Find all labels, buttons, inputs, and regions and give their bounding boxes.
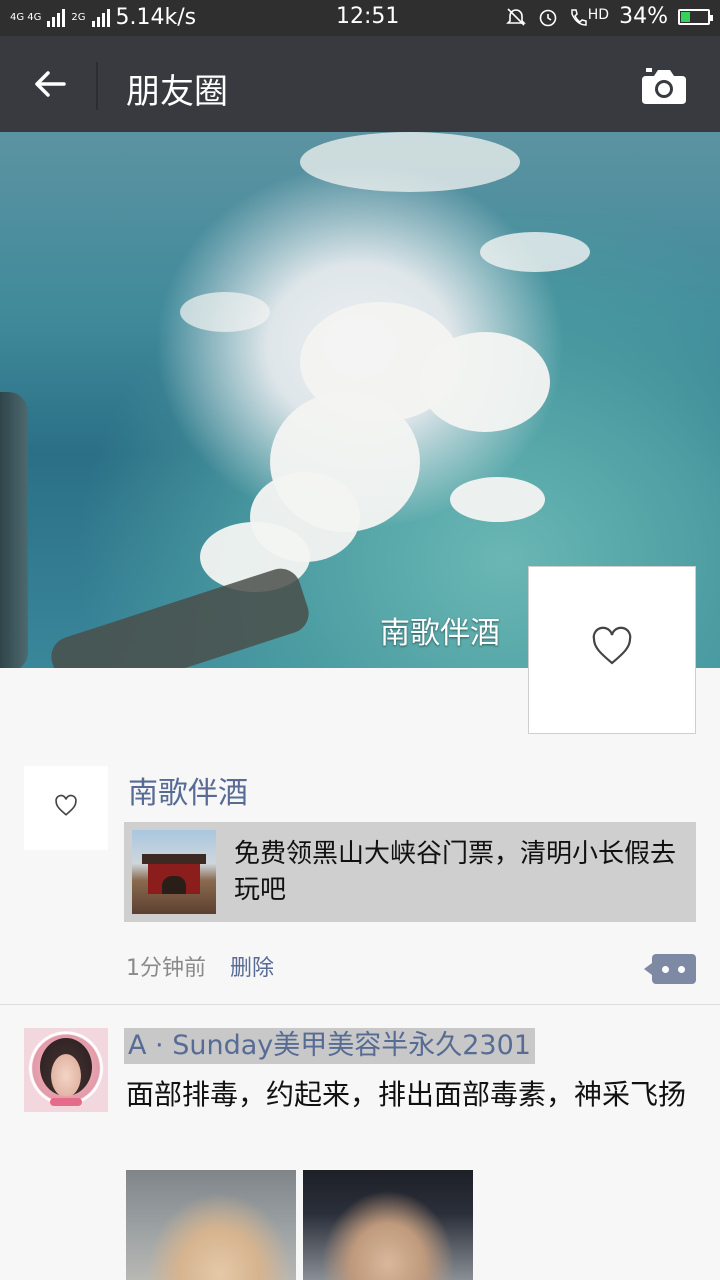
network-type-label: 4G 4G	[10, 11, 42, 23]
battery-percent: 34%	[619, 4, 668, 29]
cloud-shape	[480, 232, 590, 272]
signal-2-icon	[91, 8, 110, 27]
post-time: 1分钟前	[126, 956, 206, 981]
hd-label: HD	[587, 6, 610, 23]
delete-link[interactable]: 删除	[230, 950, 274, 982]
post-avatar[interactable]	[24, 766, 108, 850]
my-avatar[interactable]	[528, 566, 696, 734]
title-bar: 朋友圈	[0, 36, 720, 132]
post-image[interactable]	[126, 1170, 296, 1280]
cloud-shape	[300, 132, 520, 192]
page-title: 朋友圈	[126, 72, 228, 112]
network-type-2-label: 2G	[71, 11, 86, 23]
post-nickname[interactable]: 南歌伴酒	[128, 768, 248, 812]
wing-edge	[0, 392, 28, 668]
post-avatar[interactable]	[24, 1028, 108, 1112]
avatar-face	[40, 1038, 92, 1096]
status-right: HD 34%	[505, 4, 713, 29]
avatar-tag	[50, 1098, 82, 1106]
title-divider	[96, 62, 98, 110]
hd-call-icon: HD	[569, 7, 609, 27]
arrow-left-icon[interactable]	[30, 64, 70, 104]
post-text: 面部排毒，约起来，排出面部毒素，神采飞扬	[126, 1078, 687, 1111]
post-nickname[interactable]: A · Sunday美甲美容半永久2301	[124, 1028, 535, 1064]
status-left: 4G 4G 2G 5.14k/s	[10, 5, 196, 30]
shared-link-card[interactable]: 免费领黑山大峡谷门票，清明小长假去玩吧	[124, 822, 696, 922]
signal-icon	[47, 8, 66, 27]
status-time: 12:51	[336, 4, 400, 29]
battery-icon	[678, 8, 713, 25]
status-bar: 4G 4G 2G 5.14k/s 12:51 HD 34%	[0, 0, 720, 36]
post-separator	[0, 1004, 720, 1005]
heart-outline-icon	[592, 626, 632, 665]
network-speed: 5.14k/s	[115, 5, 197, 30]
land-strip	[46, 563, 314, 668]
shared-link-thumbnail	[132, 830, 216, 914]
camera-icon[interactable]	[640, 66, 688, 106]
gate-roof	[142, 854, 206, 864]
post-image[interactable]	[303, 1170, 473, 1280]
cover-username: 南歌伴酒	[380, 616, 500, 651]
cloud-shape	[180, 292, 270, 332]
heart-outline-icon	[55, 794, 77, 816]
shared-link-title: 免费领黑山大峡谷门票，清明小长假去玩吧	[234, 839, 677, 905]
mute-bell-icon	[505, 7, 526, 26]
comment-more-icon[interactable]	[644, 954, 696, 984]
gate-arch	[162, 876, 186, 894]
alarm-icon	[539, 9, 557, 26]
cloud-shape	[450, 477, 545, 522]
cloud-shape	[420, 332, 550, 432]
